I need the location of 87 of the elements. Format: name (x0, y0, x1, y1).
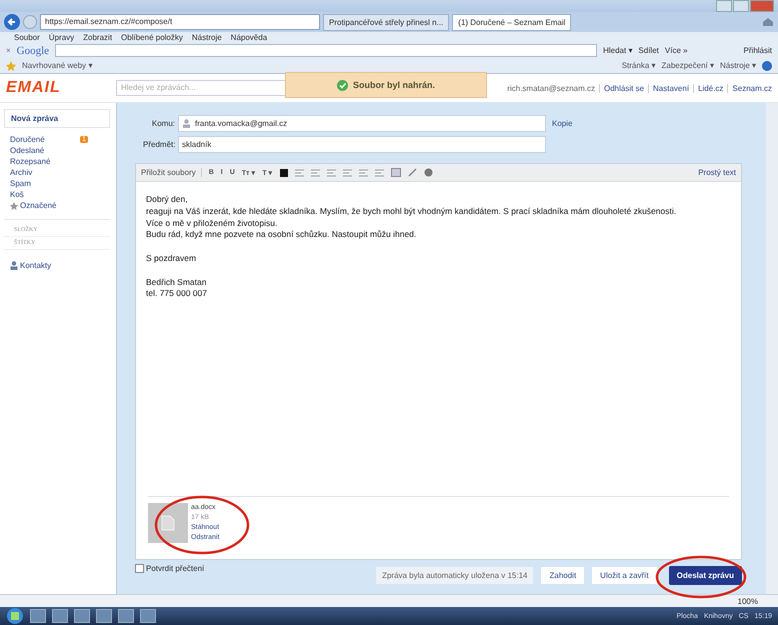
action-button[interactable]: Zahodit (541, 566, 584, 584)
folder-link[interactable]: Koš (10, 190, 24, 199)
browser-tab[interactable]: Protipancéřové střely přinesl n... (323, 14, 450, 30)
home-icon[interactable] (762, 17, 774, 27)
address-bar[interactable]: https://email.seznam.cz/#compose/t (40, 14, 320, 30)
start-button[interactable] (6, 607, 24, 625)
favorites-link[interactable]: Navrhované weby ▾ (22, 61, 92, 70)
star-icon (10, 202, 18, 210)
folder-link[interactable]: Spam (10, 179, 31, 188)
command-menu[interactable]: Stránka ▾ (622, 61, 656, 70)
help-icon[interactable] (762, 60, 772, 70)
menu-item[interactable]: Oblíbené položky (121, 33, 183, 42)
align-icon[interactable] (294, 168, 304, 176)
google-search-field[interactable] (55, 44, 598, 57)
share-button[interactable]: Sdílet (638, 46, 659, 55)
body-line: Více o mě v přiloženém životopisu. (146, 218, 278, 228)
menu-item[interactable]: Úpravy (48, 33, 74, 42)
person-icon (10, 261, 18, 270)
header-link[interactable]: Lidé.cz (693, 84, 724, 92)
color-swatch-icon[interactable] (280, 168, 288, 176)
check-icon (336, 80, 348, 90)
back-icon[interactable] (4, 14, 20, 30)
menu-item[interactable]: Nápověda (230, 33, 268, 42)
close-icon[interactable] (750, 0, 774, 12)
folder-link[interactable]: Označené (20, 201, 56, 210)
align-icon[interactable] (358, 168, 368, 176)
google-logo: Google (16, 44, 50, 56)
menu-item[interactable]: Zobrazit (83, 33, 112, 42)
subject-field[interactable]: skladník (178, 136, 546, 153)
taskbar-app-icon[interactable] (52, 609, 68, 623)
menu-item[interactable]: Soubor (14, 33, 40, 42)
autosave-notice: Zpráva byla automaticky uložena v 15:14 (376, 566, 534, 584)
zoom-level[interactable]: 100% (738, 596, 758, 606)
forward-icon[interactable] (23, 15, 37, 29)
field-label: Komu: (150, 119, 175, 128)
taskbar-app-icon[interactable] (74, 609, 90, 623)
folder-link[interactable]: Archiv (10, 168, 32, 177)
image-icon[interactable] (390, 168, 401, 177)
folder-link[interactable]: Rozepsané (10, 157, 50, 166)
new-message-button[interactable]: Nová zpráva (4, 109, 110, 128)
cc-link[interactable]: Kopie (552, 119, 572, 128)
person-icon (182, 119, 191, 128)
align-icon[interactable] (310, 168, 320, 176)
align-icon[interactable] (342, 168, 352, 176)
send-button[interactable]: Odeslat zprávu (668, 566, 742, 584)
menu-item[interactable]: Nástroje (192, 33, 222, 42)
checkbox-label: Potvrdit přečtení (146, 564, 204, 573)
command-menu[interactable]: Nástroje ▾ (720, 61, 756, 70)
search-button[interactable]: Hledat ▾ (603, 46, 632, 55)
account-email: rich.smatan@seznam.cz (507, 84, 595, 92)
login-button[interactable]: Přihlásit (744, 46, 772, 55)
minimize-icon[interactable] (716, 0, 732, 12)
link-icon[interactable] (408, 168, 417, 177)
header-link[interactable]: Odhlásit se (599, 84, 644, 92)
star-icon[interactable] (6, 60, 16, 70)
recipient-field[interactable]: franta.vomacka@gmail.cz (178, 115, 546, 132)
contacts-link[interactable]: Kontakty (20, 261, 52, 270)
command-menu[interactable]: Zabezpečení ▾ (662, 61, 714, 70)
file-thumbnail (148, 503, 188, 543)
body-line: S pozdravem (146, 252, 196, 263)
close-button[interactable]: × (6, 46, 11, 55)
body-line: tel. 775 000 007 (146, 288, 207, 298)
taskbar-app-icon[interactable] (96, 609, 112, 623)
action-button[interactable]: Uložit a zavřít (592, 566, 657, 584)
browser-tab[interactable]: (1) Doručené – Seznam Email (452, 14, 572, 30)
checkbox[interactable] (135, 564, 144, 573)
plain-text-button[interactable]: Prostý text (698, 168, 736, 177)
body-line: Budu rád, když mne pozvete na osobní schůzku. Nastoupit můžu ihned. (146, 229, 416, 240)
more-button[interactable]: Více » (664, 46, 688, 55)
maximize-icon[interactable] (733, 0, 749, 12)
body-line: Bedřich Smatan (146, 276, 206, 287)
attach-button[interactable]: Přiložit soubory (141, 168, 202, 177)
folder-link[interactable]: Odeslané (10, 146, 44, 155)
taskbar-app-icon[interactable] (140, 609, 156, 623)
toast-message: Soubor byl nahrán. (352, 80, 435, 90)
align-icon[interactable] (374, 168, 384, 176)
emoticon-icon[interactable] (424, 168, 433, 177)
taskbar-app-icon[interactable] (30, 609, 46, 623)
body-line: Dobrý den, (146, 194, 188, 204)
header-link[interactable]: Seznam.cz (727, 84, 772, 92)
taskbar-app-icon[interactable] (118, 609, 134, 623)
body-line: reaguji na Váš inzerát, kde hledáte skladníka. Myslím, že bych mohl být vhodným kandidátem. S prací skladníka mám dlouholeté zkušenosti. (146, 206, 676, 216)
header-link[interactable]: Nastavení (648, 84, 690, 92)
email-logo[interactable]: EMAIL (6, 79, 106, 97)
align-icon[interactable] (326, 168, 336, 176)
field-label: Předmět: (143, 140, 175, 149)
folder-link[interactable]: Doručené (10, 135, 45, 144)
